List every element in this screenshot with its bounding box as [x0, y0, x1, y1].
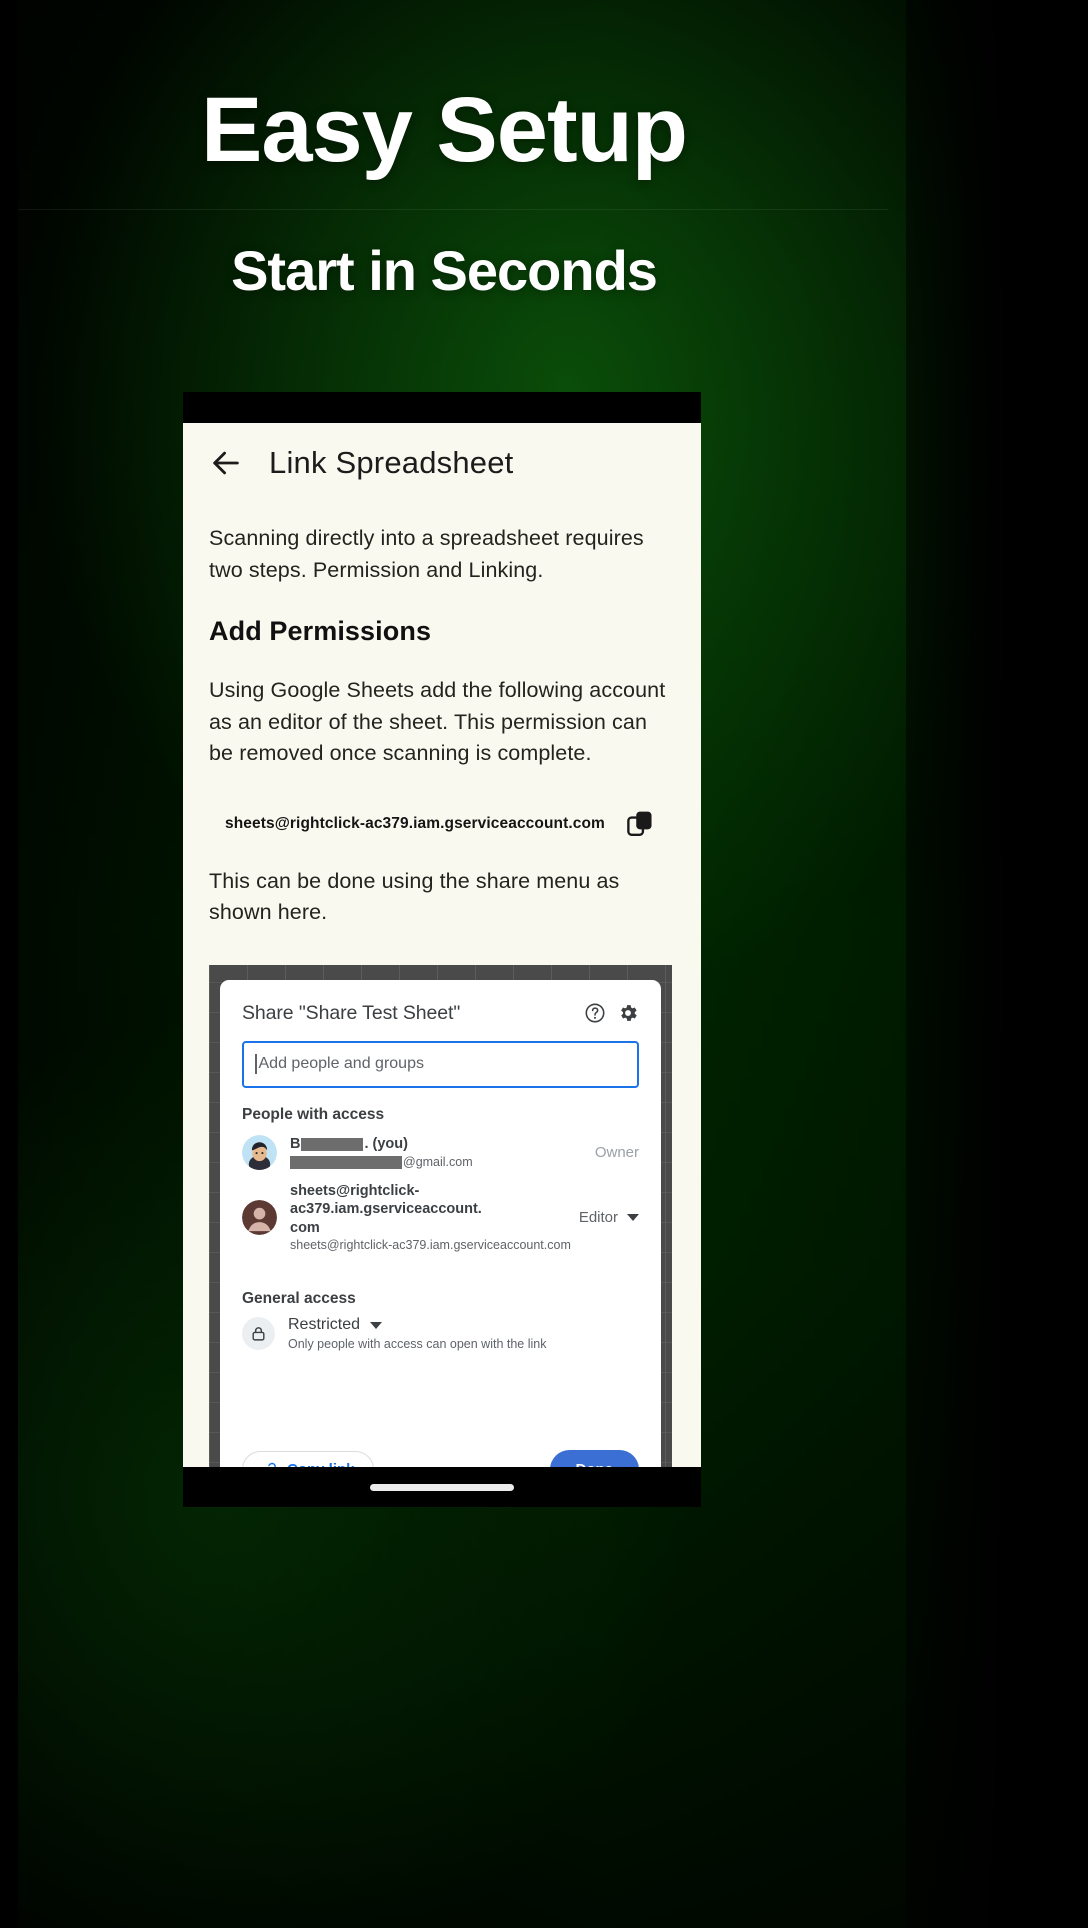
permissions-paragraph: Using Google Sheets add the following ac… — [209, 678, 666, 765]
person-name: B . (you) — [290, 1135, 595, 1154]
copy-icon[interactable] — [627, 810, 653, 838]
general-access-value: Restricted — [288, 1316, 361, 1333]
general-access-section: General access Restricted Only people wi… — [242, 1272, 639, 1351]
help-circle-icon[interactable] — [584, 1002, 606, 1024]
share-dialog-title: Share "Share Test Sheet" — [242, 1001, 461, 1024]
general-access-value-dropdown[interactable]: Restricted — [288, 1316, 639, 1334]
home-indicator[interactable] — [370, 1484, 514, 1491]
back-arrow-icon[interactable] — [209, 446, 243, 480]
chevron-down-icon — [627, 1214, 639, 1222]
person-row-owner[interactable]: B . (you) @gmail.com Owner — [242, 1135, 639, 1171]
share-dialog-header: Share "Share Test Sheet" — [242, 1002, 639, 1025]
people-with-access-label: People with access — [242, 1105, 385, 1123]
promo-title: Easy Setup — [201, 79, 688, 181]
person-name-line2: com — [290, 1219, 320, 1236]
gear-icon[interactable] — [617, 1002, 639, 1024]
person-identity: sheets@rightclick-ac379.iam.gserviceacco… — [290, 1182, 579, 1255]
person-role-editor-dropdown[interactable]: Editor — [579, 1209, 639, 1226]
done-button[interactable]: Done — [549, 1449, 639, 1467]
service-account-email: sheets@rightclick-ac379.iam.gserviceacco… — [225, 814, 605, 832]
right-letterbox — [906, 0, 1088, 1928]
person-identity: B . (you) @gmail.com — [290, 1135, 595, 1171]
person-name-suffix: . (you) — [364, 1135, 408, 1152]
redaction-block — [301, 1137, 364, 1151]
promo-subtitle: Start in Seconds — [231, 239, 658, 302]
app-screen: Link Spreadsheet Scanning directly into … — [183, 423, 701, 1467]
general-access-label: General access — [242, 1290, 356, 1307]
copy-link-button[interactable]: Copy link — [242, 1450, 374, 1467]
share-dialog-screenshot: Share "Share Test Sheet" Add people and … — [209, 964, 672, 1467]
intro-paragraph: Scanning directly into a spreadsheet req… — [209, 526, 644, 582]
text-caret — [255, 1054, 257, 1074]
left-letterbox — [0, 0, 18, 1928]
general-access-description: Only people with access can open with th… — [288, 1337, 547, 1351]
person-role-owner: Owner — [595, 1144, 639, 1161]
page-content: Scanning directly into a spreadsheet req… — [183, 523, 701, 1467]
redaction-block — [290, 1155, 402, 1169]
role-label: Editor — [578, 1209, 618, 1227]
status-bar — [183, 392, 701, 423]
lock-icon — [252, 1327, 265, 1341]
promo-background: Easy Setup Start in Seconds Link Spreads… — [0, 0, 1088, 1928]
phone-mockup: Link Spreadsheet Scanning directly into … — [183, 392, 701, 1507]
person-row-service-account[interactable]: sheets@rightclick-ac379.iam.gserviceacco… — [242, 1182, 639, 1255]
add-permissions-heading: Add Permissions — [209, 616, 432, 646]
lock-icon-container — [242, 1317, 275, 1350]
person-email: @gmail.com — [290, 1154, 595, 1171]
generic-person-icon — [242, 1200, 277, 1236]
share-dialog-footer: Copy link Done — [242, 1449, 639, 1467]
page-title: Link Spreadsheet — [269, 445, 514, 480]
share-dialog: Share "Share Test Sheet" Add people and … — [220, 979, 661, 1467]
general-access-row[interactable]: Restricted Only people with access can o… — [242, 1316, 639, 1351]
add-people-placeholder: Add people and groups — [258, 1055, 424, 1072]
person-email: sheets@rightclick-ac379.iam.gserviceacco… — [290, 1238, 571, 1252]
divider-line — [18, 209, 888, 210]
add-people-input[interactable]: Add people and groups — [242, 1040, 639, 1088]
chevron-down-icon — [370, 1321, 383, 1329]
general-access-texts: Restricted Only people with access can o… — [288, 1316, 639, 1351]
user-avatar-photo — [242, 1135, 277, 1170]
share-menu-paragraph: This can be done using the share menu as… — [209, 868, 620, 925]
home-indicator-bar — [183, 1467, 701, 1507]
service-account-row[interactable]: sheets@rightclick-ac379.iam.gserviceacco… — [209, 810, 675, 838]
person-name-line1: sheets@rightclick-ac379.iam.gserviceacco… — [290, 1182, 482, 1218]
role-label: Owner — [594, 1144, 639, 1161]
app-bar: Link Spreadsheet — [183, 423, 701, 495]
person-name-prefix: B — [290, 1135, 301, 1152]
person-email-suffix: @gmail.com — [403, 1154, 473, 1169]
